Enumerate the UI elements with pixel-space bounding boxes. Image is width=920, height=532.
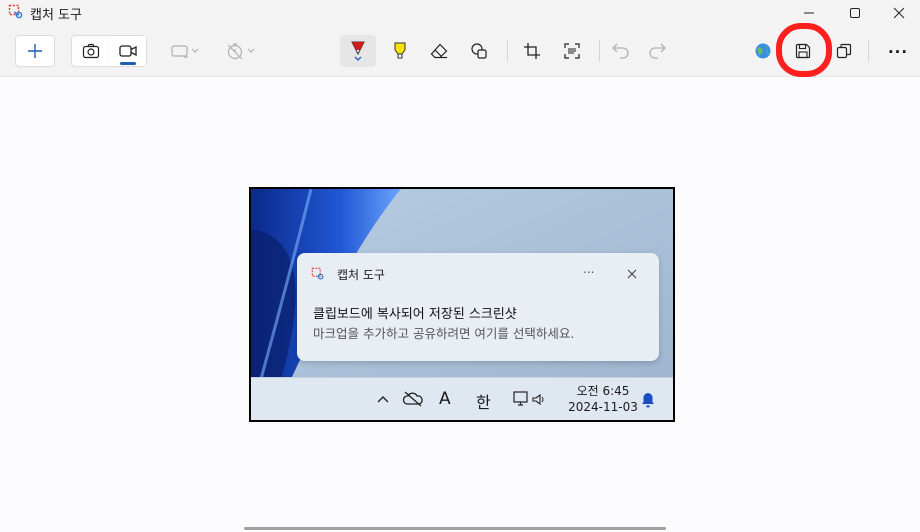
text-actions-button[interactable] (554, 35, 590, 67)
new-capture-button[interactable] (15, 35, 55, 67)
active-mode-indicator (120, 62, 136, 65)
toolbar-divider (599, 40, 600, 62)
toolbar: ... (0, 23, 920, 77)
clock-date: 2024-11-03 (568, 400, 638, 414)
onedrive-offline-icon (403, 391, 423, 407)
capture-mode-toggle (71, 35, 147, 67)
highlighter-icon (394, 42, 406, 59)
timer-off-icon (227, 43, 255, 60)
share-icon (755, 43, 771, 59)
more-icon: ... (887, 39, 909, 57)
toolbar-divider (507, 40, 508, 62)
close-icon[interactable] (627, 269, 637, 279)
captured-screenshot[interactable]: 캡처 도구 ... 클립보드에 복사되어 저장된 스크린샷 마크업을 추가하고 … (249, 187, 675, 422)
crop-button[interactable] (514, 35, 550, 67)
highlighter-button[interactable] (382, 35, 418, 67)
rectangle-snip-icon (171, 45, 199, 58)
screenshot-mode-button[interactable] (72, 36, 109, 66)
see-more-button[interactable]: ... (880, 35, 916, 67)
eraser-button[interactable] (421, 35, 457, 67)
camera-icon (82, 43, 99, 59)
notification-headline: 클립보드에 복사되어 저장된 스크린샷 (313, 307, 517, 322)
chevron-up-icon (377, 396, 389, 403)
notification-bell-icon (642, 393, 654, 408)
snipping-tool-icon (311, 267, 324, 280)
notification-body: 마크업을 추가하고 공유하려면 여기를 선택하세요. (313, 326, 575, 341)
copy-button[interactable] (828, 35, 860, 67)
notification-app-name: 캡처 도구 (337, 268, 385, 282)
plus-icon (28, 44, 42, 58)
redo-icon (649, 43, 666, 59)
toolbar-divider (868, 40, 869, 62)
crop-icon (524, 43, 540, 59)
notification-toast[interactable]: 캡처 도구 ... 클립보드에 복사되어 저장된 스크린샷 마크업을 추가하고 … (297, 253, 659, 361)
snipping-tool-icon (8, 4, 23, 19)
shapes-button[interactable] (461, 35, 497, 67)
video-icon (119, 45, 137, 57)
delay-dropdown[interactable] (220, 35, 262, 67)
window-title: 캡처 도구 (30, 8, 82, 23)
shapes-icon (471, 43, 487, 59)
maximize-button[interactable] (832, 0, 878, 26)
eraser-icon (430, 43, 448, 59)
undo-button[interactable] (604, 35, 638, 67)
notification-more-button[interactable]: ... (583, 262, 594, 276)
undo-icon (612, 43, 629, 59)
ballpoint-pen-icon (351, 41, 365, 61)
close-button[interactable] (876, 0, 920, 26)
video-mode-button[interactable] (110, 36, 146, 66)
ballpoint-pen-button[interactable] (340, 35, 376, 67)
close-icon (893, 7, 905, 19)
horizontal-scrollbar[interactable] (244, 527, 666, 530)
minimize-icon (804, 12, 814, 14)
snip-shape-dropdown[interactable] (166, 35, 206, 67)
save-highlight-circle (776, 23, 832, 77)
text-actions-icon (564, 43, 580, 59)
redo-button[interactable] (640, 35, 674, 67)
ime-language-indicator: 한 (476, 393, 491, 412)
copy-icon (836, 43, 852, 59)
clock-time: 오전 6:45 (576, 384, 630, 398)
ime-mode-indicator: A (439, 389, 451, 409)
maximize-icon (850, 8, 860, 18)
taskbar: A 한 오전 6:45 2024-11-03 (251, 377, 673, 420)
network-volume-icon (513, 391, 544, 406)
